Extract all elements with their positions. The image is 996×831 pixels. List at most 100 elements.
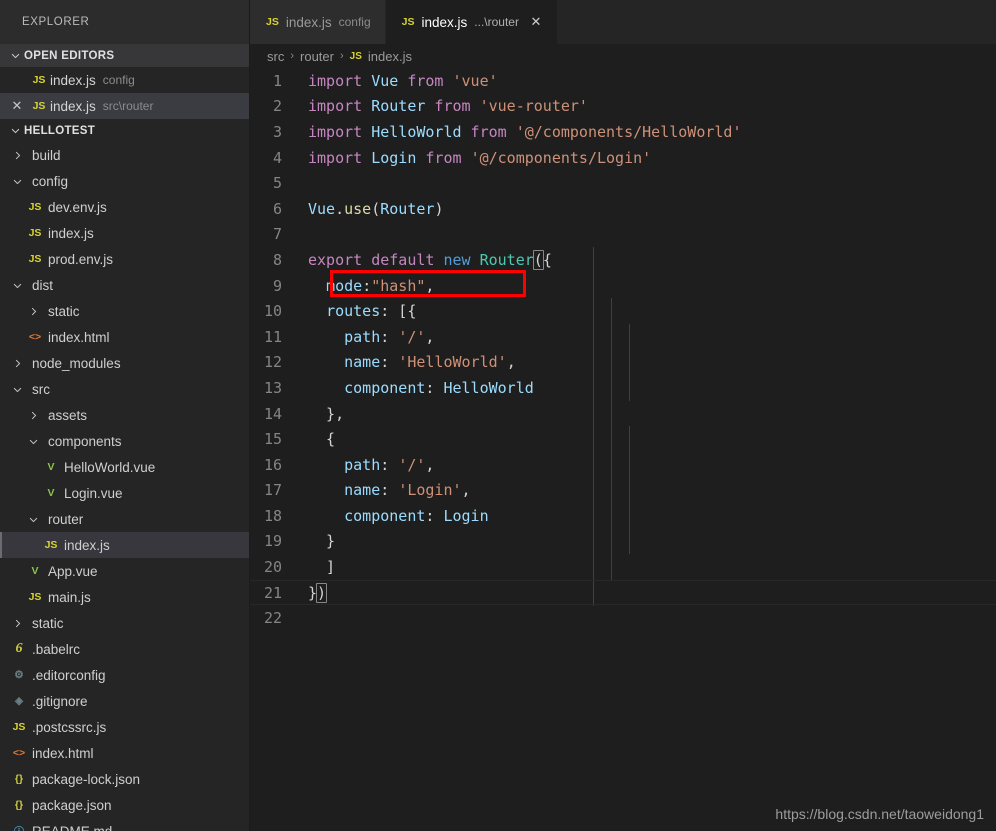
chevron-right-icon[interactable]: [8, 354, 26, 372]
chevron-down-icon[interactable]: [24, 432, 42, 450]
code-line[interactable]: 18 component: Login: [250, 503, 996, 529]
code-line[interactable]: 12 name: 'HelloWorld',: [250, 350, 996, 376]
breadcrumb-separator-icon: ›: [339, 50, 344, 62]
code-line[interactable]: 21}): [250, 579, 996, 606]
tree-item-dev-env-js[interactable]: JS dev.env.js: [0, 194, 249, 220]
tree-item-babelrc[interactable]: 6 .babelrc: [0, 636, 249, 662]
code-line[interactable]: 19 }: [250, 529, 996, 555]
js-file-icon: JS: [28, 591, 42, 603]
chevron-down-icon[interactable]: [8, 276, 26, 294]
editor-tab[interactable]: JS index.js config: [250, 0, 386, 44]
code-token: import: [308, 97, 372, 116]
close-icon[interactable]: ✕: [6, 98, 28, 114]
tree-item-index-html[interactable]: <> index.html: [0, 324, 249, 350]
code-token: new: [443, 250, 480, 269]
open-editor-item[interactable]: ✕JSindex.jsconfig: [0, 67, 249, 93]
code-line[interactable]: 22: [250, 605, 996, 631]
tree-item-components[interactable]: components: [0, 428, 249, 454]
code-editor[interactable]: 1 import Vue from 'vue' 2 import Router fro…: [250, 68, 996, 831]
tree-item-index-js[interactable]: JS index.js: [0, 220, 249, 246]
code-line[interactable]: 13 component: HelloWorld: [250, 375, 996, 401]
line-number: 10: [263, 302, 282, 321]
gear-icon: ⚙: [14, 669, 24, 681]
tree-item-editorconfig[interactable]: ⚙ .editorconfig: [0, 662, 249, 688]
tree-item-static[interactable]: static: [0, 610, 249, 636]
code-token: '@/components/HelloWorld': [515, 122, 742, 141]
tree-item-build[interactable]: build: [0, 142, 249, 168]
tree-item-helloworld-vue[interactable]: V HelloWorld.vue: [0, 454, 249, 480]
tree-item-assets[interactable]: assets: [0, 402, 249, 428]
line-number: 8: [272, 250, 282, 269]
tree-item-postcssrc-js[interactable]: JS .postcssrc.js: [0, 714, 249, 740]
tree-item-index-js[interactable]: JS index.js: [0, 532, 249, 558]
chevron-right-icon[interactable]: [8, 614, 26, 632]
project-section-header[interactable]: HELLOTEST: [0, 119, 249, 142]
code-token: import: [308, 122, 372, 141]
editor-area: JS index.js config JS index.js ...\router ✕ sr…: [250, 0, 996, 831]
chevron-down-icon[interactable]: [24, 510, 42, 528]
code-line[interactable]: 3 import HelloWorld from '@/components/He…: [250, 119, 996, 145]
tree-item-label: App.vue: [48, 563, 98, 579]
close-icon[interactable]: ✕: [529, 14, 543, 30]
tree-item-static[interactable]: static: [0, 298, 249, 324]
code-line[interactable]: 20 ]: [250, 554, 996, 580]
code-line[interactable]: 8 export default new Router({: [250, 247, 996, 273]
line-number: 15: [263, 430, 282, 449]
code-line[interactable]: 1 import Vue from 'vue': [250, 68, 996, 94]
code-line[interactable]: 14 },: [250, 401, 996, 427]
code-line[interactable]: 5: [250, 170, 996, 196]
code-line-text: routes: [{: [308, 302, 996, 320]
chevron-down-icon[interactable]: [8, 380, 26, 398]
code-line[interactable]: 6 Vue.use(Router): [250, 196, 996, 222]
open-editors-section-header[interactable]: OPEN EDITORS: [0, 44, 249, 67]
tree-item-router[interactable]: router: [0, 506, 249, 532]
line-number: 13: [263, 378, 282, 397]
code-token: {: [542, 250, 552, 269]
code-line[interactable]: 15 {: [250, 426, 996, 452]
code-line[interactable]: 7: [250, 222, 996, 248]
chevron-right-icon[interactable]: [8, 146, 26, 164]
code-line[interactable]: 11 path: '/',: [250, 324, 996, 350]
code-line-text: path: '/',: [308, 456, 996, 474]
tree-item-node-modules[interactable]: node_modules: [0, 350, 249, 376]
chevron-down-icon[interactable]: [8, 172, 26, 190]
line-number: 20: [263, 558, 282, 577]
breadcrumb-part-src[interactable]: src: [267, 49, 284, 64]
code-line[interactable]: 10 routes: [{: [250, 298, 996, 324]
tree-item-label: index.html: [48, 329, 110, 345]
tree-item-label: README.md: [32, 823, 113, 831]
tree-item-main-js[interactable]: JS main.js: [0, 584, 249, 610]
tree-item-prod-env-js[interactable]: JS prod.env.js: [0, 246, 249, 272]
code-line[interactable]: 4 import Login from '@/components/Login': [250, 145, 996, 171]
code-line[interactable]: 2 import Router from 'vue-router': [250, 94, 996, 120]
editor-tab[interactable]: JS index.js ...\router ✕: [385, 0, 558, 44]
chevron-right-icon[interactable]: [24, 406, 42, 424]
code-line[interactable]: 17 name: 'Login',: [250, 478, 996, 504]
tree-item-label: components: [48, 433, 122, 449]
tree-item-app-vue[interactable]: V App.vue: [0, 558, 249, 584]
line-number: 3: [272, 122, 282, 141]
tree-item-gitignore[interactable]: ◈ .gitignore: [0, 688, 249, 714]
tree-item-login-vue[interactable]: V Login.vue: [0, 480, 249, 506]
tree-item-dist[interactable]: dist: [0, 272, 249, 298]
code-line[interactable]: 16 path: '/',: [250, 452, 996, 478]
breadcrumb-file[interactable]: index.js: [368, 49, 412, 64]
tree-item-package-json[interactable]: {} package.json: [0, 792, 249, 818]
tree-item-config[interactable]: config: [0, 168, 249, 194]
tree-item-package-lock-json[interactable]: {} package-lock.json: [0, 766, 249, 792]
breadcrumb-part-router[interactable]: router: [300, 49, 334, 64]
chevron-right-icon[interactable]: [24, 302, 42, 320]
tree-item-index-html[interactable]: <> index.html: [0, 740, 249, 766]
code-line-text: },: [308, 405, 996, 423]
code-token: HelloWorld: [371, 122, 462, 141]
code-token: :: [425, 506, 444, 525]
code-token: 'vue-router': [479, 97, 588, 116]
tree-item-src[interactable]: src: [0, 376, 249, 402]
code-line-text: mode:"hash",: [308, 277, 996, 295]
open-editor-item[interactable]: ✕ JS index.js src\router: [0, 93, 249, 119]
code-line-text: ]: [308, 558, 996, 576]
tree-item-readme-md[interactable]: ⓘREADME.md: [0, 818, 249, 831]
line-number: 11: [263, 327, 282, 346]
code-line[interactable]: 9 mode:"hash",: [250, 273, 996, 299]
